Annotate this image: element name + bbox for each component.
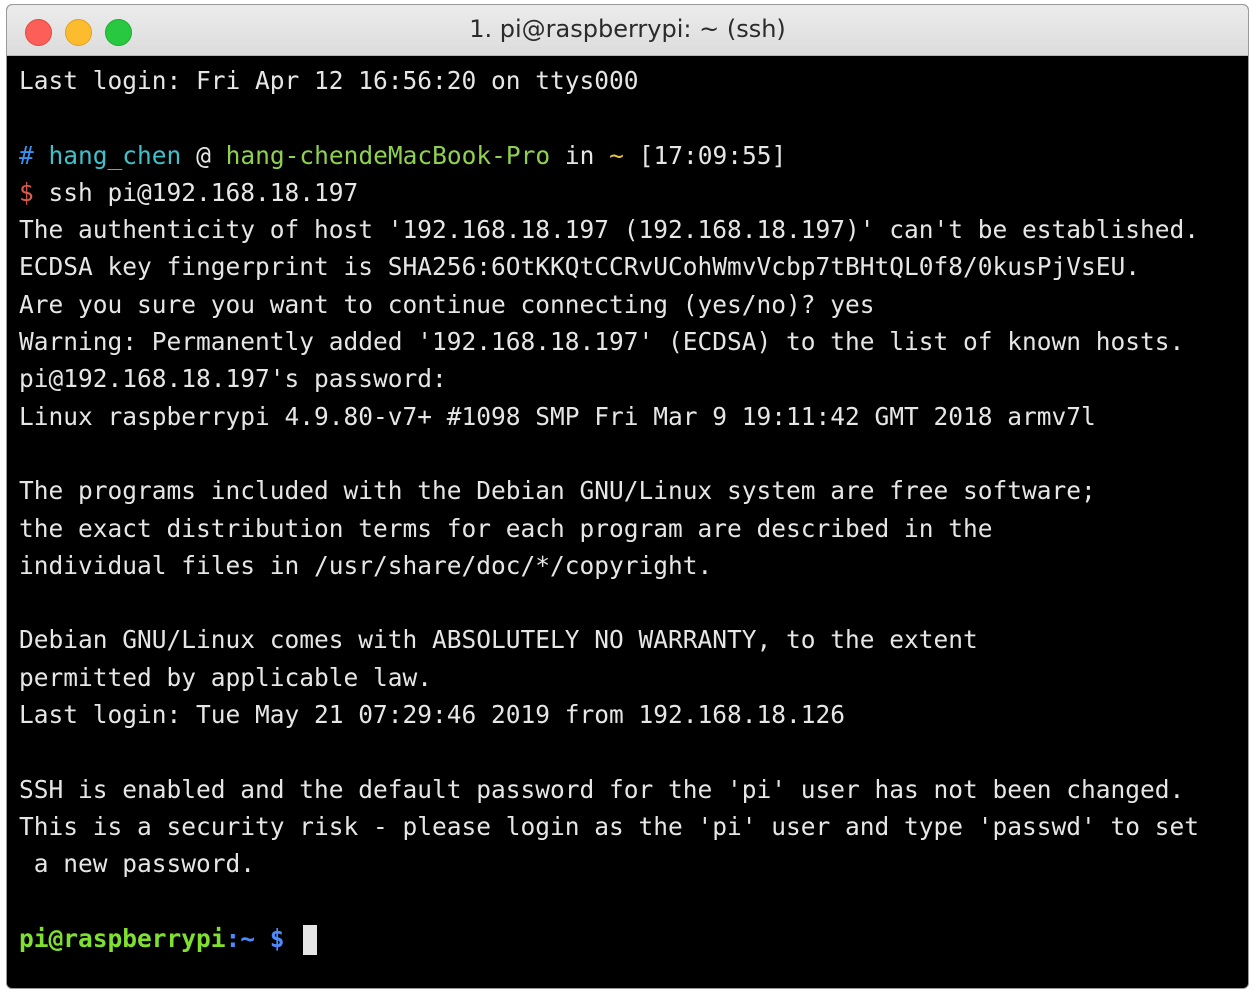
prompt-dir: ~ <box>609 140 624 170</box>
output-line: pi@192.168.18.197's password: <box>19 364 447 394</box>
output-line: Debian GNU/Linux comes with ABSOLUTELY N… <box>19 625 978 655</box>
terminal-output[interactable]: Last login: Fri Apr 12 16:56:20 on ttys0… <box>7 56 1248 988</box>
last-login-local: Last login: Fri Apr 12 16:56:20 on ttys0… <box>19 66 639 95</box>
text-cursor[interactable] <box>303 924 318 955</box>
remote-prompt-user-host: pi@raspberrypi <box>19 923 226 953</box>
prompt-hash: # <box>19 140 34 170</box>
command-line: $ ssh pi@192.168.18.197 <box>19 174 1248 211</box>
remote-prompt-symbol: $ <box>269 923 285 953</box>
output-line: Are you sure you want to continue connec… <box>19 289 875 319</box>
command-prompt-symbol: $ <box>19 177 34 207</box>
remote-prompt-dir: :~ <box>225 923 256 953</box>
prompt-host: hang-chendeMacBook-Pro <box>225 140 551 170</box>
prompt-at: @ <box>196 140 211 170</box>
title-bar[interactable]: 1. pi@raspberrypi: ~ (ssh) <box>7 5 1248 56</box>
command-text: ssh pi@192.168.18.197 <box>48 177 359 207</box>
output-line: This is a security risk - please login a… <box>19 811 1200 841</box>
output-line: Warning: Permanently added '192.168.18.1… <box>19 327 1185 357</box>
terminal-window: 1. pi@raspberrypi: ~ (ssh) Last login: F… <box>6 4 1249 989</box>
output-line: permitted by applicable law. <box>19 662 433 692</box>
prompt-in: in <box>564 140 595 170</box>
output-line: SSH is enabled and the default password … <box>19 774 1185 804</box>
output-line: The programs included with the Debian GN… <box>19 476 1096 506</box>
prompt-user: hang_chen <box>48 140 182 170</box>
remote-prompt-line[interactable]: pi@raspberrypi:~ $ <box>19 920 1248 957</box>
output-line: a new password. <box>19 849 256 879</box>
output-line: The authenticity of host '192.168.18.197… <box>19 215 1200 245</box>
output-line: the exact distribution terms for each pr… <box>19 513 993 543</box>
window-title: 1. pi@raspberrypi: ~ (ssh) <box>469 15 786 43</box>
output-line: ECDSA key fingerprint is SHA256:6OtKKQtC… <box>19 252 1141 282</box>
output-line: Last login: Tue May 21 07:29:46 2019 fro… <box>19 700 846 730</box>
prompt-time: [17:09:55] <box>638 140 787 170</box>
output-line: Linux raspberrypi 4.9.80-v7+ #1098 SMP F… <box>19 401 1096 431</box>
output-line: individual files in /usr/share/doc/*/cop… <box>19 550 713 580</box>
zsh-prompt-line: # hang_chen @ hang-chendeMacBook-Pro in … <box>19 137 1248 174</box>
